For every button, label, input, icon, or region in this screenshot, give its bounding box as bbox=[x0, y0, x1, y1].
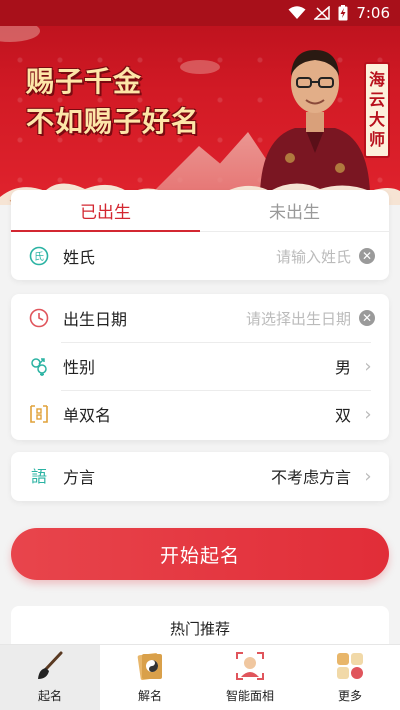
battery-charging-icon bbox=[338, 5, 348, 21]
dialect-label: 方言 bbox=[63, 468, 96, 487]
master-portrait bbox=[260, 50, 370, 193]
hot-recommendations-title: 热门推荐 bbox=[169, 620, 230, 638]
nav-name-analysis[interactable]: 解名 bbox=[100, 645, 200, 710]
surname-row[interactable]: 氏 姓氏 请输入姓氏 ✕ bbox=[11, 232, 389, 280]
master-name-seal: 海云大师 bbox=[364, 62, 390, 158]
birth-date-label: 出生日期 bbox=[63, 310, 128, 329]
surname-icon: 氏 bbox=[29, 246, 49, 266]
tab-unborn[interactable]: 未出生 bbox=[200, 190, 389, 231]
brush-icon bbox=[32, 648, 68, 684]
name-length-value: 双 bbox=[334, 406, 351, 425]
tab-born[interactable]: 已出生 bbox=[11, 190, 200, 232]
slogan-line-1: 赐子千金 bbox=[26, 65, 143, 98]
clock-icon bbox=[29, 308, 49, 328]
nav-face-reading-label: 智能面相 bbox=[225, 689, 274, 703]
svg-text:氏: 氏 bbox=[34, 251, 44, 263]
clear-surname-icon[interactable]: ✕ bbox=[359, 248, 375, 264]
face-scan-icon bbox=[232, 648, 268, 684]
birth-date-row[interactable]: 出生日期 请选择出生日期 ✕ bbox=[11, 294, 389, 342]
birth-date-field[interactable]: 请选择出生日期 bbox=[246, 308, 351, 329]
svg-text:語: 語 bbox=[31, 467, 47, 486]
slogan-line-2: 不如赐子好名 bbox=[26, 105, 201, 138]
start-naming-button[interactable]: 开始起名 bbox=[11, 528, 389, 580]
gender-value: 男 bbox=[334, 358, 351, 377]
nav-naming[interactable]: 起名 bbox=[0, 645, 100, 710]
chevron-right-icon: › bbox=[364, 355, 372, 377]
dialect-row[interactable]: 語 方言 不考虑方言 › bbox=[11, 452, 389, 500]
nav-face-reading[interactable]: 智能面相 bbox=[200, 645, 300, 710]
more-grid-icon bbox=[332, 648, 368, 684]
clear-birth-date-icon[interactable]: ✕ bbox=[359, 310, 375, 326]
dialect-card: 語 方言 不考虑方言 › bbox=[11, 452, 389, 501]
name-length-icon bbox=[29, 404, 49, 424]
dialect-icon: 語 bbox=[29, 466, 49, 486]
nav-name-analysis-label: 解名 bbox=[137, 689, 162, 703]
bottom-navigation: 起名 解名 智能面相 更多 bbox=[0, 644, 400, 710]
surname-label: 姓氏 bbox=[63, 248, 96, 267]
chevron-right-icon: › bbox=[364, 403, 372, 425]
nav-naming-label: 起名 bbox=[37, 689, 62, 703]
nav-more-label: 更多 bbox=[337, 689, 362, 703]
status-bar: 7:06 bbox=[0, 0, 400, 26]
name-length-label: 单双名 bbox=[63, 406, 112, 425]
hero-banner: 赐子千金 不如赐子好名 海云大师 bbox=[0, 0, 400, 205]
surname-card: 已出生 未出生 氏 姓氏 请输入姓氏 ✕ bbox=[11, 190, 389, 280]
gender-label: 性别 bbox=[63, 358, 96, 377]
gender-icon bbox=[29, 356, 49, 376]
dialect-value: 不考虑方言 bbox=[270, 468, 351, 487]
surname-input[interactable]: 请输入姓氏 bbox=[276, 246, 351, 267]
gender-row[interactable]: 性别 男 › bbox=[11, 342, 389, 390]
no-signal-icon bbox=[314, 6, 331, 20]
birth-info-card: 出生日期 请选择出生日期 ✕ 性别 男 › 单双名 双 › bbox=[11, 294, 389, 440]
nav-more[interactable]: 更多 bbox=[300, 645, 400, 710]
name-length-row[interactable]: 单双名 双 › bbox=[11, 390, 389, 438]
clock-time: 7:06 bbox=[356, 4, 390, 22]
birth-status-tabs: 已出生 未出生 bbox=[11, 190, 389, 232]
chevron-right-icon: › bbox=[364, 465, 372, 487]
wifi-icon bbox=[288, 6, 306, 20]
taiji-icon bbox=[132, 648, 168, 684]
